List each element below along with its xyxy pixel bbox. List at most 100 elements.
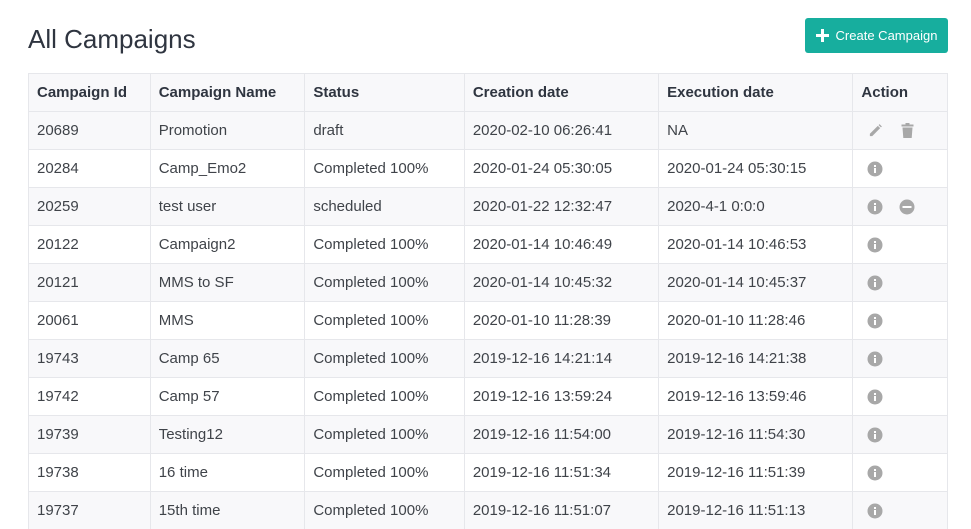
action-group bbox=[861, 351, 939, 367]
cell-execution-date: 2020-4-1 0:0:0 bbox=[658, 187, 854, 226]
table-row[interactable]: 19743 Camp 65 Completed 100% 2019-12-16 14:… bbox=[28, 339, 948, 378]
table-row[interactable]: 19742 Camp 57 Completed 100% 2019-12-16 13:… bbox=[28, 377, 948, 416]
cell-campaign-id: 20689 bbox=[28, 111, 151, 150]
cell-creation-date: 2019-12-16 11:51:34 bbox=[463, 453, 660, 492]
trash-icon bbox=[901, 123, 914, 138]
info-button[interactable] bbox=[867, 465, 883, 481]
cell-execution-date: NA bbox=[658, 111, 854, 150]
cell-execution-date: 2019-12-16 11:51:39 bbox=[658, 453, 854, 492]
cell-campaign-name: 16 time bbox=[149, 453, 306, 492]
cell-campaign-name: Camp_Emo2 bbox=[149, 149, 306, 188]
cell-execution-date: 2019-12-16 11:54:30 bbox=[658, 415, 854, 454]
cell-status: Completed 100% bbox=[304, 377, 465, 416]
table-row[interactable]: 19738 16 time Completed 100% 2019-12-16 11:… bbox=[28, 453, 948, 492]
info-icon bbox=[867, 275, 883, 291]
info-button[interactable] bbox=[867, 161, 883, 177]
cell-campaign-name: test user bbox=[149, 187, 306, 226]
cell-campaign-name: MMS bbox=[149, 301, 306, 340]
cell-status: Completed 100% bbox=[304, 301, 465, 340]
cell-status: Completed 100% bbox=[304, 263, 465, 302]
table-row[interactable]: 19739 Testing12 Completed 100% 2019-12-16 1… bbox=[28, 415, 948, 454]
action-group bbox=[861, 389, 939, 405]
cell-status: Completed 100% bbox=[304, 491, 465, 529]
info-button[interactable] bbox=[867, 389, 883, 405]
table-header-row: Campaign Id Campaign Name Status Creatio… bbox=[28, 73, 948, 112]
edit-button[interactable] bbox=[867, 123, 883, 139]
table-row[interactable]: 20121 MMS to SF Completed 100% 2020-01-14 1… bbox=[28, 263, 948, 302]
table-row[interactable]: 20259 test user scheduled 2020-01-22 12:32:… bbox=[28, 187, 948, 226]
cell-action bbox=[852, 111, 948, 150]
cell-execution-date: 2020-01-14 10:46:53 bbox=[658, 225, 854, 264]
table-body: 20689 Promotion draft 2020-02-10 06:26:41 NA… bbox=[28, 111, 948, 529]
column-header-campaign-name[interactable]: Campaign Name bbox=[149, 73, 306, 112]
info-button[interactable] bbox=[867, 503, 883, 519]
action-group bbox=[861, 465, 939, 481]
action-group bbox=[861, 237, 939, 253]
cell-campaign-id: 20121 bbox=[28, 263, 151, 302]
column-header-campaign-id[interactable]: Campaign Id bbox=[28, 73, 151, 112]
cell-campaign-name: Promotion bbox=[149, 111, 306, 150]
cell-campaign-id: 19742 bbox=[28, 377, 151, 416]
action-group bbox=[861, 161, 939, 177]
cell-campaign-id: 19737 bbox=[28, 491, 151, 529]
table-row[interactable]: 20122 Campaign2 Completed 100% 2020-01-14 1… bbox=[28, 225, 948, 264]
table-row[interactable]: 20061 MMS Completed 100% 2020-01-10 11:28:3… bbox=[28, 301, 948, 340]
cell-action bbox=[852, 453, 948, 492]
cell-action bbox=[852, 225, 948, 264]
info-button[interactable] bbox=[867, 199, 883, 215]
cell-campaign-name: MMS to SF bbox=[149, 263, 306, 302]
cell-action bbox=[852, 149, 948, 188]
cell-creation-date: 2020-01-24 05:30:05 bbox=[463, 149, 660, 188]
pencil-icon bbox=[868, 123, 883, 138]
cell-creation-date: 2020-01-14 10:45:32 bbox=[463, 263, 660, 302]
cell-campaign-name: Camp 57 bbox=[149, 377, 306, 416]
cell-execution-date: 2019-12-16 13:59:46 bbox=[658, 377, 854, 416]
info-button[interactable] bbox=[867, 351, 883, 367]
column-header-status[interactable]: Status bbox=[304, 73, 465, 112]
cell-campaign-id: 20122 bbox=[28, 225, 151, 264]
info-icon bbox=[867, 199, 883, 215]
info-button[interactable] bbox=[867, 237, 883, 253]
info-icon bbox=[867, 465, 883, 481]
cell-status: Completed 100% bbox=[304, 225, 465, 264]
cell-campaign-id: 19738 bbox=[28, 453, 151, 492]
action-group bbox=[861, 313, 939, 329]
column-header-execution-date[interactable]: Execution date bbox=[658, 73, 854, 112]
cell-status: scheduled bbox=[304, 187, 465, 226]
cell-status: Completed 100% bbox=[304, 415, 465, 454]
cell-creation-date: 2020-02-10 06:26:41 bbox=[463, 111, 660, 150]
cell-campaign-name: Testing12 bbox=[149, 415, 306, 454]
cell-campaign-id: 20259 bbox=[28, 187, 151, 226]
cancel-button[interactable] bbox=[899, 199, 915, 215]
info-icon bbox=[867, 503, 883, 519]
cell-creation-date: 2019-12-16 14:21:14 bbox=[463, 339, 660, 378]
cell-execution-date: 2019-12-16 11:51:13 bbox=[658, 491, 854, 529]
table-row[interactable]: 20284 Camp_Emo2 Completed 100% 2020-01-24 0… bbox=[28, 149, 948, 188]
column-header-creation-date[interactable]: Creation date bbox=[463, 73, 660, 112]
info-icon bbox=[867, 237, 883, 253]
cell-action bbox=[852, 415, 948, 454]
info-button[interactable] bbox=[867, 427, 883, 443]
cell-status: draft bbox=[304, 111, 465, 150]
cell-campaign-name: Campaign2 bbox=[149, 225, 306, 264]
cell-action bbox=[852, 301, 948, 340]
cell-creation-date: 2019-12-16 11:51:07 bbox=[463, 491, 660, 529]
info-icon bbox=[867, 313, 883, 329]
delete-button[interactable] bbox=[899, 123, 915, 139]
create-campaign-button[interactable]: Create Campaign bbox=[805, 18, 948, 53]
cell-execution-date: 2020-01-10 11:28:46 bbox=[658, 301, 854, 340]
cell-action bbox=[852, 263, 948, 302]
action-group bbox=[861, 427, 939, 443]
action-group bbox=[861, 199, 939, 215]
info-icon bbox=[867, 427, 883, 443]
action-group bbox=[861, 503, 939, 519]
table-row[interactable]: 19737 15th time Completed 100% 2019-12-16 1… bbox=[28, 491, 948, 529]
cell-creation-date: 2019-12-16 13:59:24 bbox=[463, 377, 660, 416]
info-button[interactable] bbox=[867, 275, 883, 291]
table-row[interactable]: 20689 Promotion draft 2020-02-10 06:26:41 NA bbox=[28, 111, 948, 150]
info-icon bbox=[867, 389, 883, 405]
page-title: All Campaigns bbox=[28, 24, 196, 54]
cell-action bbox=[852, 491, 948, 529]
info-button[interactable] bbox=[867, 313, 883, 329]
cell-campaign-id: 20061 bbox=[28, 301, 151, 340]
